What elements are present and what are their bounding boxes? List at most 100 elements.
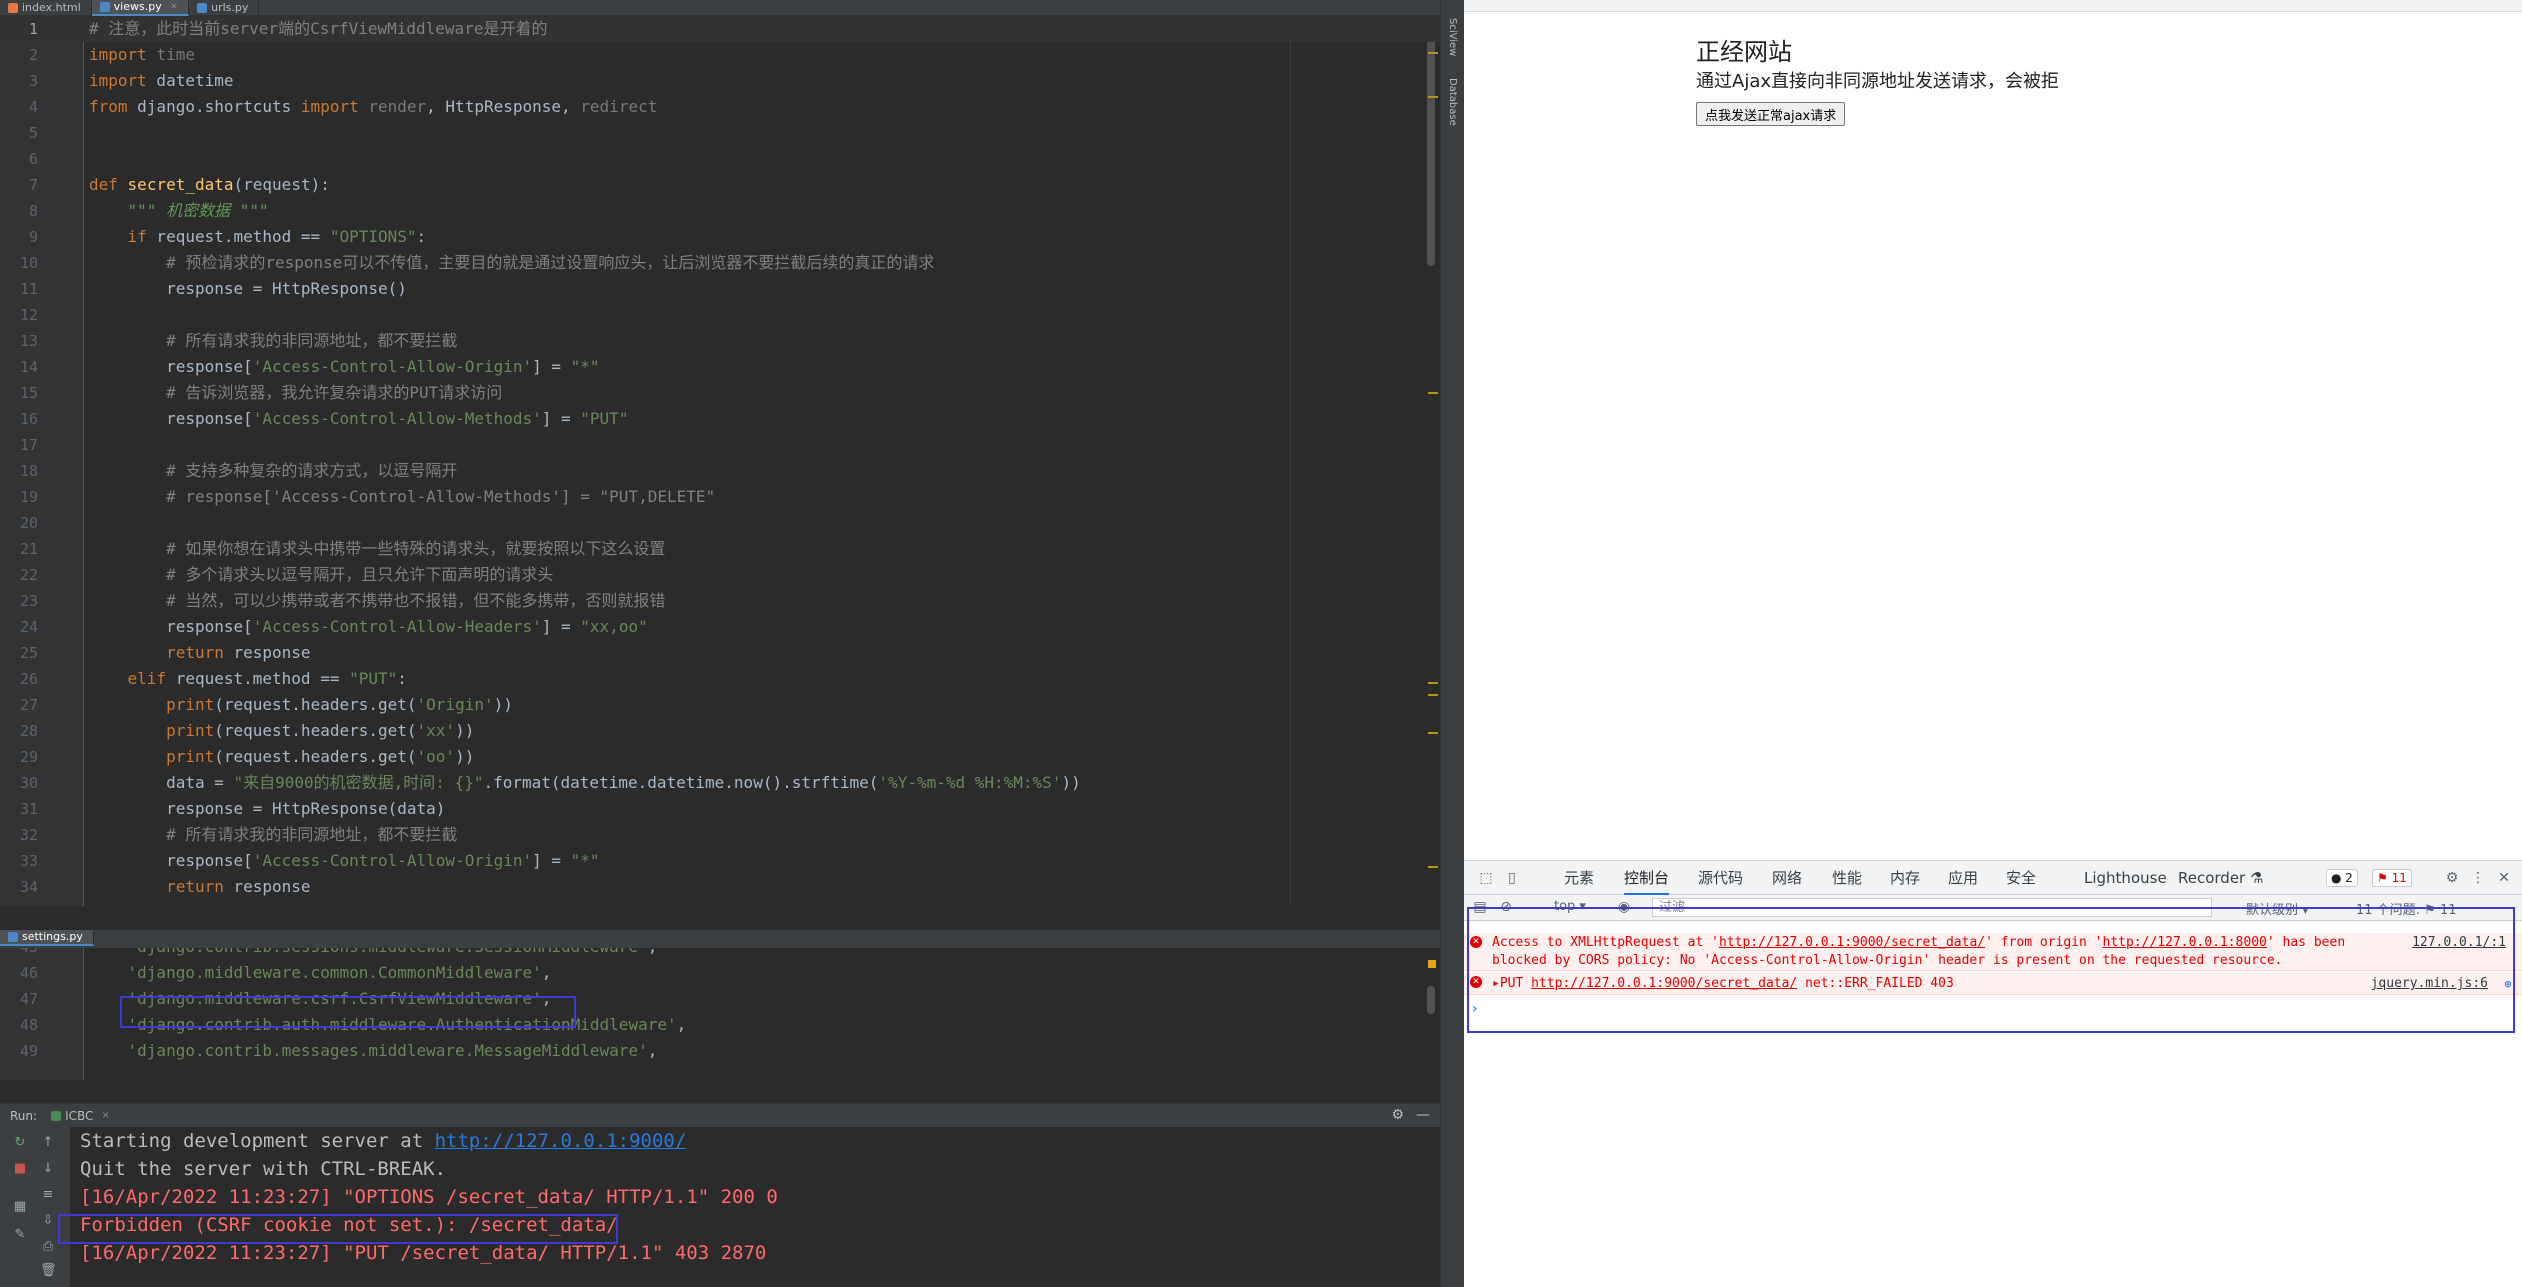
close-icon[interactable]: × xyxy=(170,0,178,15)
code-line[interactable]: 1 # 注意，此时当前server端的CsrfViewMiddleware是开着的 xyxy=(0,16,1440,42)
code-line[interactable]: 24 response['Access-Control-Allow-Header… xyxy=(0,614,1440,640)
code-text: data = "来自9000的机密数据,时间: {}".format(datet… xyxy=(89,773,1081,792)
devtools-tab-7[interactable]: 安全 xyxy=(2006,861,2036,895)
code-line[interactable]: 46 'django.middleware.common.CommonMiddl… xyxy=(0,960,1440,986)
devtools-tab-2[interactable]: 源代码 xyxy=(1698,861,1743,895)
browser-window: 正经网站 通过Ajax直接向非同源地址发送请求，会被拒 点我发送正常ajax请求… xyxy=(1464,0,2522,1287)
code-editor-views[interactable]: 1 # 注意，此时当前server端的CsrfViewMiddleware是开着的… xyxy=(0,16,1440,906)
settings-tabbar: settings.py xyxy=(0,930,1440,948)
code-line[interactable]: 13 # 所有请求我的非同源地址，都不要拦截 xyxy=(0,328,1440,354)
line-number: 11 xyxy=(19,280,38,298)
tab-label: index.html xyxy=(22,1,81,14)
soft-wrap-icon[interactable]: ≡ xyxy=(40,1187,56,1203)
code-line[interactable]: 4 from django.shortcuts import render, Ht… xyxy=(0,94,1440,120)
devtools-tabbar: ⬚ ▯ ● 2 ⚑ 11 ⚙ ⋮ ✕ 元素 控制台 源代码 网络 性能 内存 应用 安全 Lig… xyxy=(1464,861,2522,895)
code-text: response = HttpResponse(data) xyxy=(89,799,446,818)
code-line[interactable]: 22 # 多个请求头以逗号隔开，且只允许下面声明的请求头 xyxy=(0,562,1440,588)
rerun-icon[interactable]: ↻ xyxy=(12,1135,28,1151)
print-icon[interactable]: ⎙ xyxy=(40,1239,56,1255)
more-options-icon[interactable]: ⋮ xyxy=(2470,870,2486,886)
code-line[interactable]: 15 # 告诉浏览器，我允许复杂请求的PUT请求访问 xyxy=(0,380,1440,406)
sciview-tool-button[interactable]: SciView xyxy=(1447,18,1458,56)
output-text: Starting development server at xyxy=(80,1130,435,1152)
minimize-icon[interactable]: — xyxy=(1416,1107,1430,1123)
browser-address-bar[interactable] xyxy=(1464,0,2522,12)
code-line[interactable]: 21 # 如果你想在请求头中携带一些特殊的请求头，就要按照以下这么设置 xyxy=(0,536,1440,562)
code-line[interactable]: 26 elif request.method == "PUT": xyxy=(0,666,1440,692)
gear-icon[interactable]: ⚙ xyxy=(1391,1107,1404,1123)
devtools-tab-8[interactable]: Lighthouse xyxy=(2084,861,2167,895)
close-devtools-icon[interactable]: ✕ xyxy=(2496,870,2512,886)
devtools-tab-5[interactable]: 内存 xyxy=(1890,861,1920,895)
devtools-tab-3[interactable]: 网络 xyxy=(1772,861,1802,895)
code-line[interactable]: 27 print(request.headers.get('Origin')) xyxy=(0,692,1440,718)
code-text: print(request.headers.get('Origin')) xyxy=(166,695,513,714)
errors-badge[interactable]: ⚑ 11 xyxy=(2372,869,2412,887)
code-line[interactable]: 20 xyxy=(0,510,1440,536)
code-line[interactable]: 6 xyxy=(0,146,1440,172)
scroll-up-icon[interactable]: ↑ xyxy=(40,1135,56,1151)
tab-index-html[interactable]: index.html xyxy=(0,0,92,16)
issues-badge[interactable]: ● 2 xyxy=(2326,869,2358,887)
code-line[interactable]: 9 if request.method == "OPTIONS": xyxy=(0,224,1440,250)
scroll-to-end-icon[interactable]: ⇩ xyxy=(40,1213,56,1229)
code-line[interactable]: 3 import datetime xyxy=(0,68,1440,94)
code-line[interactable]: 49 'django.contrib.messages.middleware.M… xyxy=(0,1038,1440,1064)
devtools-tab-4[interactable]: 性能 xyxy=(1832,861,1862,895)
code-line[interactable]: 28 print(request.headers.get('xx')) xyxy=(0,718,1440,744)
layout-icon[interactable]: ▦ xyxy=(12,1199,28,1215)
code-line[interactable]: 45 'django.contrib.sessions.middleware.S… xyxy=(0,948,1440,960)
code-text: print(request.headers.get('xx')) xyxy=(166,721,475,740)
code-line[interactable]: 32 # 所有请求我的非同源地址，都不要拦截 xyxy=(0,822,1440,848)
code-line[interactable]: 16 response['Access-Control-Allow-Method… xyxy=(0,406,1440,432)
trash-icon[interactable]: 🗑 xyxy=(40,1263,57,1279)
django-icon xyxy=(51,1110,62,1121)
code-text: # 注意，此时当前server端的CsrfViewMiddleware是开着的 xyxy=(89,19,548,38)
run-console[interactable]: Starting development server at http://12… xyxy=(70,1127,1440,1287)
devtools-tab-0[interactable]: 元素 xyxy=(1564,861,1594,895)
code-line[interactable]: 14 response['Access-Control-Allow-Origin… xyxy=(0,354,1440,380)
code-line[interactable]: 19 # response['Access-Control-Allow-Meth… xyxy=(0,484,1440,510)
tab-settings-py[interactable]: settings.py xyxy=(0,930,94,946)
code-line[interactable]: 12 xyxy=(0,302,1440,328)
pin-icon[interactable]: ✎ xyxy=(12,1227,28,1243)
code-line[interactable]: 11 response = HttpResponse() xyxy=(0,276,1440,302)
code-text: elif request.method == "PUT": xyxy=(127,669,407,688)
line-number: 7 xyxy=(28,176,38,194)
code-line[interactable]: 8 """ 机密数据 """ xyxy=(0,198,1440,224)
code-line[interactable]: 23 # 当然，可以少携带或者不携带也不报错，但不能多携带，否则就报错 xyxy=(0,588,1440,614)
code-text: # 如果你想在请求头中携带一些特殊的请求头，就要按照以下这么设置 xyxy=(166,539,666,558)
close-icon[interactable]: × xyxy=(101,1110,109,1121)
tab-urls-py[interactable]: urls.py xyxy=(189,0,260,16)
database-tool-button[interactable]: Database xyxy=(1447,78,1458,126)
code-line[interactable]: 17 xyxy=(0,432,1440,458)
code-line[interactable]: 10 # 预检请求的response可以不传值，主要目的就是通过设置响应头，让后… xyxy=(0,250,1440,276)
code-line[interactable]: 18 # 支持多种复杂的请求方式，以逗号隔开 xyxy=(0,458,1440,484)
tab-views-py[interactable]: views.py × xyxy=(91,0,190,16)
code-line[interactable]: 7 def secret_data(request): xyxy=(0,172,1440,198)
device-toolbar-icon[interactable]: ▯ xyxy=(1504,870,1520,886)
code-line[interactable]: 34 return response xyxy=(0,874,1440,900)
devtools-tab-9[interactable]: Recorder ⚗ xyxy=(2178,861,2263,895)
run-tab-icbc[interactable]: ICBC × xyxy=(51,1109,110,1123)
code-line[interactable]: 33 response['Access-Control-Allow-Origin… xyxy=(0,848,1440,874)
code-text: response['Access-Control-Allow-Methods']… xyxy=(89,409,629,428)
send-ajax-button[interactable]: 点我发送正常ajax请求 xyxy=(1696,102,1846,126)
run-toolbar: ↻ ↑ ■ ↓ ≡ ▦ ⇩ ✎ ⎙ 🗑 xyxy=(0,1127,70,1287)
code-line[interactable]: 30 data = "来自9000的机密数据,时间: {}".format(da… xyxy=(0,770,1440,796)
devtools-tab-6[interactable]: 应用 xyxy=(1948,861,1978,895)
code-line[interactable]: 29 print(request.headers.get('oo')) xyxy=(0,744,1440,770)
code-text: response['Access-Control-Allow-Origin'] … xyxy=(89,357,600,376)
code-line[interactable]: 31 response = HttpResponse(data) xyxy=(0,796,1440,822)
right-tool-stripe: SciView Database xyxy=(1440,0,1464,1287)
code-line[interactable]: 5 xyxy=(0,120,1440,146)
settings-gear-icon[interactable]: ⚙ xyxy=(2444,870,2460,886)
line-number: 32 xyxy=(19,826,38,844)
scroll-down-icon[interactable]: ↓ xyxy=(40,1161,56,1177)
devtools-tab-1[interactable]: 控制台 xyxy=(1624,861,1670,895)
code-line[interactable]: 25 return response xyxy=(0,640,1440,666)
stop-icon[interactable]: ■ xyxy=(12,1161,28,1177)
inspect-element-icon[interactable]: ⬚ xyxy=(1478,870,1494,886)
server-url-link[interactable]: http://127.0.0.1:9000/ xyxy=(435,1130,687,1152)
code-line[interactable]: 2 import time xyxy=(0,42,1440,68)
